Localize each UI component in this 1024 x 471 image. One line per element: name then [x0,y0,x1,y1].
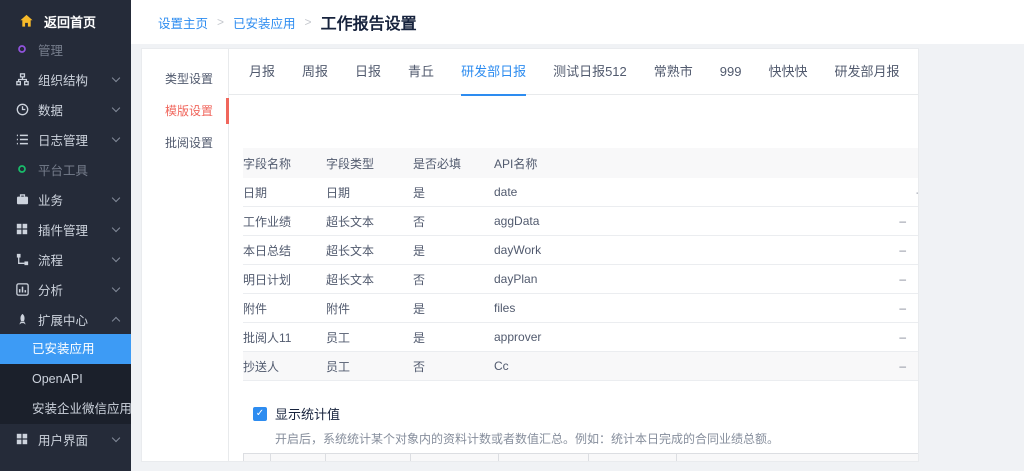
settings-side-tabs: 类型设置 模版设置 批阅设置 [142,49,229,461]
main-area: 设置主页 > 已安装应用 > 工作报告设置 类型设置 模版设置 批阅设置 月报 … [131,0,1024,471]
list-icon [15,132,29,146]
table-header-row: 字段名称 字段类型 是否必填 API名称 操作 [243,148,919,178]
active-tab-underline [461,94,526,96]
stats-table-partial [243,453,919,462]
chevron-down-icon [112,433,120,441]
dash-placeholder: – [899,214,906,228]
fields-table: 字段名称 字段类型 是否必填 API名称 操作 日期 日期 是 date – –… [243,148,919,381]
dash-placeholder: – [899,243,906,257]
table-row: 日期 日期 是 date – – – [243,178,919,207]
settings-card: 类型设置 模版设置 批阅设置 月报 周报 日报 青丘 研发部日报 测试日报512… [141,48,919,462]
tab-rnd-monthly-report[interactable]: 研发部月报 [835,49,900,95]
sidebar-item-plugin-management[interactable]: 插件管理 [0,214,131,244]
sidebar-item-analysis[interactable]: 分析 [0,274,131,304]
grid-squares-icon [15,222,29,236]
layout-grid-icon [15,432,29,446]
show-stats-description: 开启后，系统统计某个对象内的资料计数或者数值汇总。例如：统计本日完成的合同业绩总… [275,430,919,447]
flow-branch-icon [15,252,29,266]
back-home-label: 返回首页 [44,12,96,31]
sidebar-item-flow[interactable]: 流程 [0,244,131,274]
breadcrumb-separator: > [305,15,312,29]
dash-placeholder: – [916,185,919,199]
chevron-up-icon [112,316,120,324]
breadcrumb-separator: > [217,15,224,29]
purple-ring-icon [15,42,29,56]
col-header-field-name: 字段名称 [243,155,326,172]
table-row: 明日计划 超长文本 否 dayPlan – 编辑 ↓ [243,265,919,294]
dash-placeholder: – [899,301,906,315]
rocket-icon [15,312,29,326]
show-stats-checkbox[interactable]: ✓ [253,407,267,421]
clock-icon [15,102,29,116]
org-chart-icon [15,72,29,86]
back-home-button[interactable]: 返回首页 [0,8,131,34]
col-header-actions: 操作 [890,155,919,172]
table-row: 批阅人11 员工 是 approver – 编辑 ↓ [243,323,919,352]
col-header-field-type: 字段类型 [326,155,413,172]
tab-999[interactable]: 999 [720,49,742,95]
green-ring-icon [15,162,29,176]
tab-test-daily-512[interactable]: 测试日报512 [553,49,627,95]
side-tab-type-settings[interactable]: 类型设置 [142,63,228,95]
tab-qingqiu[interactable]: 青丘 [408,49,434,95]
dash-placeholder: – [899,330,906,344]
sidebar-item-org-structure[interactable]: 组织结构 [0,64,131,94]
sidebar-item-log-management[interactable]: 日志管理 [0,124,131,154]
tab-changshu[interactable]: 常熟市 [654,49,693,95]
side-tab-template-settings[interactable]: 模版设置 [142,95,228,127]
report-type-tabs: 月报 周报 日报 青丘 研发部日报 测试日报512 常熟市 999 快快快 研发… [229,49,919,95]
sidebar-item-manage[interactable]: 管理 [0,34,131,64]
chevron-down-icon [112,73,120,81]
table-row: 本日总结 超长文本 是 dayWork – 编辑 ↓ [243,236,919,265]
chevron-down-icon [112,253,120,261]
sidebar: 返回首页 管理 组织结构 数据 日志管理 平台工具 [0,0,131,471]
col-header-required: 是否必填 [413,155,494,172]
col-header-api-name: API名称 [494,155,890,172]
dash-placeholder: – [899,359,906,373]
sidebar-item-user-interface[interactable]: 用户界面 [0,424,131,454]
show-stats-label: 显示统计值 [275,404,340,423]
table-row: 工作业绩 超长文本 否 aggData – 编辑 ↓ [243,207,919,236]
breadcrumb-link-settings-home[interactable]: 设置主页 [158,13,208,32]
tab-daily-report[interactable]: 日报 [355,49,381,95]
tab-kuaikuaikuai[interactable]: 快快快 [769,49,808,95]
table-row: 附件 附件 是 files – 编辑 ↓ [243,294,919,323]
chevron-down-icon [112,133,120,141]
chevron-down-icon [112,103,120,111]
bar-chart-icon [15,282,29,296]
sidebar-item-platform-tools[interactable]: 平台工具 [0,154,131,184]
stats-section: ✓ 显示统计值 开启后，系统统计某个对象内的资料计数或者数值汇总。例如：统计本日… [243,404,919,447]
breadcrumb: 设置主页 > 已安装应用 > 工作报告设置 [131,0,1024,44]
submenu-item-installed-apps[interactable]: 已安装应用 [0,334,131,364]
table-row: 抄送人 员工 否 Cc – 编辑 ↓ [243,352,919,381]
tab-monthly-report[interactable]: 月报 [249,49,275,95]
chevron-down-icon [112,193,120,201]
tab-weekly-report[interactable]: 周报 [302,49,328,95]
page-title: 工作报告设置 [321,10,417,34]
chevron-down-icon [112,283,120,291]
template-settings-panel: 月报 周报 日报 青丘 研发部日报 测试日报512 常熟市 999 快快快 研发… [229,49,919,461]
extension-center-submenu: 已安装应用 OpenAPI 安装企业微信应用 [0,334,131,424]
submenu-item-install-wechat-app[interactable]: 安装企业微信应用 [0,394,131,424]
submenu-item-openapi[interactable]: OpenAPI [0,364,131,394]
sidebar-item-data[interactable]: 数据 [0,94,131,124]
side-tab-review-settings[interactable]: 批阅设置 [142,127,228,159]
tab-rnd-daily-report[interactable]: 研发部日报 [461,49,526,95]
dash-placeholder: – [899,272,906,286]
briefcase-icon [15,192,29,206]
sidebar-item-extension-center[interactable]: 扩展中心 [0,304,131,334]
home-icon [19,14,34,28]
sidebar-item-business[interactable]: 业务 [0,184,131,214]
chevron-down-icon [112,223,120,231]
breadcrumb-link-installed-apps[interactable]: 已安装应用 [233,13,296,32]
